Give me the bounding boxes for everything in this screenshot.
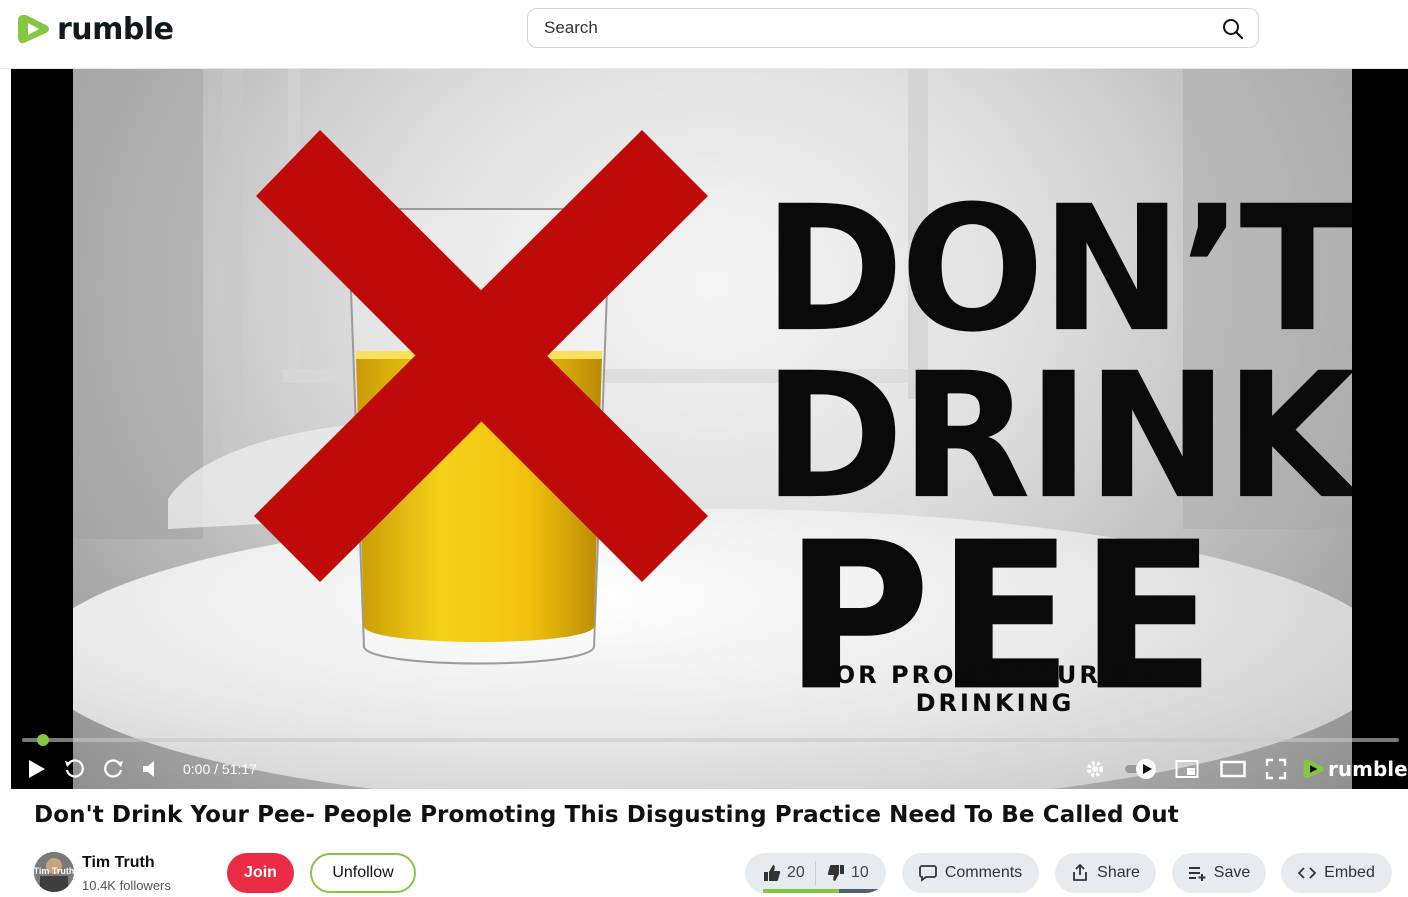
time-display: 0:00 / 51:17: [183, 761, 257, 777]
rewind-icon[interactable]: [63, 753, 85, 785]
settings-icon[interactable]: [1085, 753, 1105, 785]
rumble-logo-icon: [18, 15, 49, 44]
rumble-logo[interactable]: rumble: [17, 10, 174, 48]
thumbnail-line-1: DON’T: [763, 169, 1352, 371]
embed-button[interactable]: Embed: [1281, 853, 1392, 893]
theater-icon[interactable]: [1220, 753, 1246, 785]
thumbnail-headline: DON’T DRINK PEE: [763, 169, 1352, 720]
downvote-ratio-bar: [839, 889, 879, 893]
red-x-mark: [254, 130, 708, 582]
share-label: Share: [1097, 864, 1140, 881]
code-icon: [1298, 867, 1317, 879]
player-rumble-logo-icon: [1303, 759, 1324, 779]
search-input[interactable]: [528, 17, 1206, 39]
avatar-text: Tim Truth: [34, 866, 74, 876]
comments-button[interactable]: Comments: [902, 853, 1039, 893]
embed-label: Embed: [1324, 864, 1375, 881]
video-thumbnail: DON’T DRINK PEE OR PROMOTE URINE DRINKIN…: [73, 69, 1352, 789]
thumbnail-line-2: DRINK: [763, 335, 1352, 538]
autoplay-toggle-icon[interactable]: [1123, 753, 1159, 785]
unfollow-button[interactable]: Unfollow: [310, 853, 416, 893]
search-icon[interactable]: [1222, 18, 1244, 45]
save-label: Save: [1213, 864, 1251, 881]
player-controls: 0:00 / 51:17 rumble: [11, 753, 1408, 787]
downvote-button[interactable]: 10: [827, 853, 869, 893]
join-button[interactable]: Join: [227, 853, 294, 893]
site-header: rumble: [0, 0, 1408, 69]
upvote-ratio-bar: [763, 889, 839, 893]
thumbs-up-icon: [764, 865, 781, 881]
share-icon: [1073, 864, 1088, 881]
channel-name[interactable]: Tim Truth: [82, 854, 155, 872]
thumbs-down-icon: [827, 865, 844, 881]
downvote-count: 10: [851, 864, 869, 881]
share-button[interactable]: Share: [1055, 853, 1156, 893]
fullscreen-icon[interactable]: [1265, 753, 1287, 785]
vote-divider: [815, 861, 816, 885]
pip-icon[interactable]: [1175, 753, 1199, 785]
vote-pill: 20 10: [745, 853, 886, 893]
channel-avatar[interactable]: Tim Truth: [34, 852, 74, 892]
logo-text: rumble: [57, 11, 174, 47]
follower-count: 10.4K followers: [82, 878, 171, 893]
upvote-count: 20: [787, 864, 805, 881]
forward-icon[interactable]: [103, 753, 125, 785]
progress-knob[interactable]: [37, 734, 49, 746]
video-player[interactable]: DON’T DRINK PEE OR PROMOTE URINE DRINKIN…: [11, 69, 1408, 789]
upvote-button[interactable]: 20: [763, 853, 805, 893]
search-bar[interactable]: [527, 8, 1259, 48]
playlist-add-icon: [1188, 867, 1206, 881]
player-logo-text: rumble: [1328, 757, 1408, 781]
comment-icon: [918, 865, 937, 882]
thumbnail-subline: OR PROMOTE URINE DRINKING: [834, 661, 1156, 717]
player-rumble-logo[interactable]: rumble: [1303, 753, 1408, 785]
comments-label: Comments: [944, 864, 1023, 881]
save-button[interactable]: Save: [1172, 853, 1266, 893]
play-icon[interactable]: [25, 753, 47, 785]
video-title: Don't Drink Your Pee- People Promoting T…: [34, 802, 1179, 828]
volume-icon[interactable]: [141, 753, 161, 785]
progress-bar[interactable]: [22, 734, 1399, 746]
